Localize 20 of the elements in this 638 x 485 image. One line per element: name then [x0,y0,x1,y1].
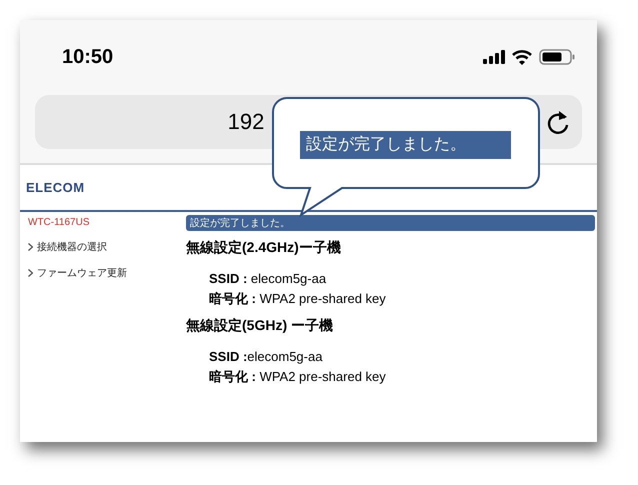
status-time: 10:50 [62,46,114,68]
chevron-icon [28,243,33,251]
reload-icon[interactable] [546,109,570,135]
setting-line: SSID : elecom5g-aa [208,270,328,288]
setting-line: SSID :elecom5g-aa [208,348,324,366]
callout-text: 設定が完了しました。 [300,131,511,159]
signal-icon [483,50,505,64]
sidebar-link[interactable]: 接続機器の選択 [28,240,186,254]
wifi-icon [512,50,532,64]
status-banner: 設定が完了しました。 [186,215,595,231]
section-title: 無線設定(5GHz) ー子機 [186,317,334,335]
sidebar-link[interactable]: ファームウェア更新 [28,266,186,280]
logo: ELECOM [26,180,85,195]
chevron-icon [28,269,33,277]
setting-line: 暗号化 : WPA2 pre-shared key [208,290,387,308]
battery-icon [539,49,575,65]
model-name: WTC-1167US [28,217,90,228]
setting-line: 暗号化 : WPA2 pre-shared key [208,368,387,386]
section-title: 無線設定(2.4GHz)ー子機 [186,239,342,257]
url-text: 192 [228,109,264,135]
